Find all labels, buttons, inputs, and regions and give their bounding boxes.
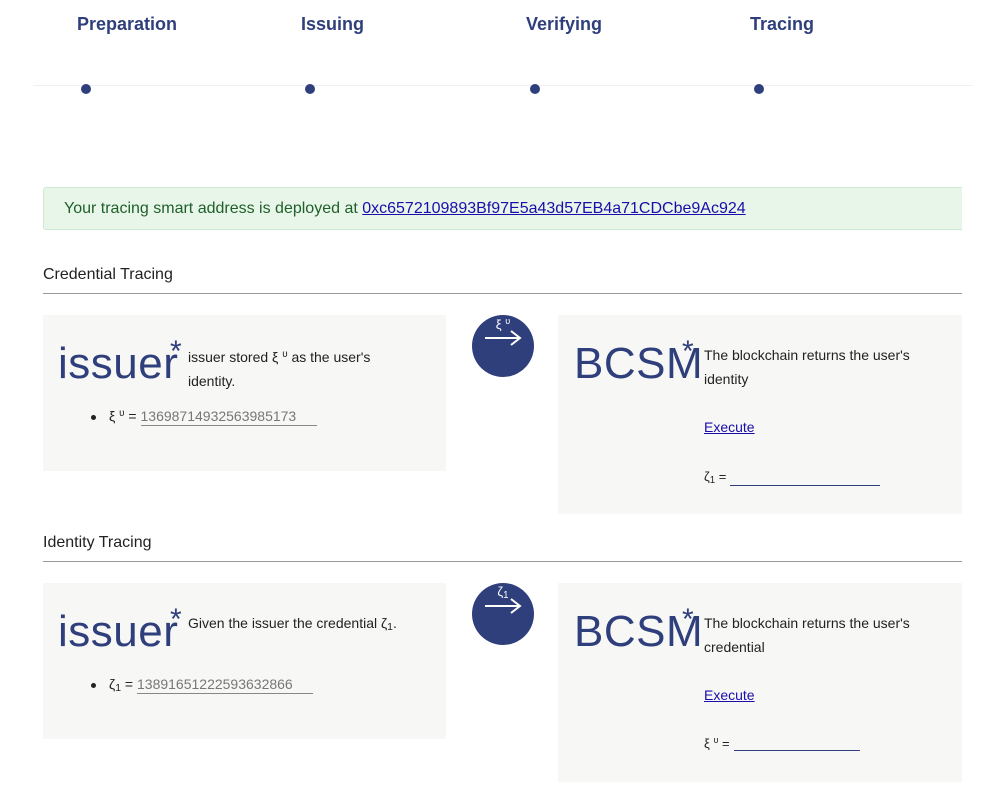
issuer-value-item: ξ υ = xyxy=(91,408,317,426)
credential-tracing-title: Credential Tracing xyxy=(43,266,173,283)
xi-result-row: ξ υ = xyxy=(704,735,860,751)
execute-credential-link[interactable]: Execute xyxy=(704,687,755,703)
zeta-value-input[interactable] xyxy=(137,676,313,694)
credential-issuer-panel: issuer * issuer stored ξ υ as the user's… xyxy=(43,315,446,471)
step-dot-issuing xyxy=(305,84,315,94)
issuer-title: issuer xyxy=(58,607,179,656)
credential-bcsm-panel: BCSM * The blockchain returns the user's… xyxy=(558,315,962,514)
xi-result-field[interactable] xyxy=(733,738,860,751)
right-arrow-icon xyxy=(485,598,522,614)
issuer-description: Given the issuer the credential ζ1. xyxy=(188,615,397,633)
identity-tracing-divider xyxy=(43,561,962,562)
step-tracing[interactable]: Tracing xyxy=(750,14,814,35)
step-verifying[interactable]: Verifying xyxy=(526,14,602,35)
bullet-dot xyxy=(91,414,96,420)
zeta-result-row: ζ1 = xyxy=(704,469,881,486)
issuer-value-item: ζ1 = xyxy=(91,676,313,694)
identity-tracing-title: Identity Tracing xyxy=(43,534,152,551)
transfer-zeta-icon: ζ1 xyxy=(472,583,534,645)
issuer-star: * xyxy=(170,603,182,636)
step-dot-verifying xyxy=(530,84,540,94)
bcsm-star: * xyxy=(682,335,694,368)
alert-text: Your tracing smart address is deployed a… xyxy=(64,200,363,217)
identity-issuer-panel: issuer * Given the issuer the credential… xyxy=(43,583,446,739)
credential-tracing-divider xyxy=(43,293,962,294)
step-dot-preparation xyxy=(81,84,91,94)
xi-value-input[interactable] xyxy=(140,408,317,426)
issuer-title: issuer xyxy=(58,339,179,388)
bullet-dot xyxy=(91,682,96,688)
right-arrow-icon xyxy=(485,330,522,346)
identity-bcsm-panel: BCSM * The blockchain returns the user's… xyxy=(558,583,962,782)
progress-stepper: Preparation Issuing Verifying Tracing xyxy=(0,0,1000,100)
step-preparation[interactable]: Preparation xyxy=(77,14,177,35)
stepper-line xyxy=(33,85,973,86)
transfer-xi-icon: ξ υ xyxy=(472,315,534,377)
execute-identity-link[interactable]: Execute xyxy=(704,419,755,435)
zeta-result-field[interactable] xyxy=(730,473,881,486)
bcsm-description: The blockchain returns the user's identi… xyxy=(704,347,910,387)
contract-address-link[interactable]: 0xc6572109893Bf97E5a43d57EB4a71CDCbe9Ac9… xyxy=(362,200,745,217)
bcsm-star: * xyxy=(682,603,694,636)
step-issuing[interactable]: Issuing xyxy=(301,14,364,35)
deployment-alert: Your tracing smart address is deployed a… xyxy=(43,187,962,230)
issuer-description: issuer stored ξ υ as the user's identity… xyxy=(188,349,371,389)
step-dot-tracing xyxy=(754,84,764,94)
issuer-star: * xyxy=(170,335,182,368)
bcsm-description: The blockchain returns the user's creden… xyxy=(704,615,910,655)
